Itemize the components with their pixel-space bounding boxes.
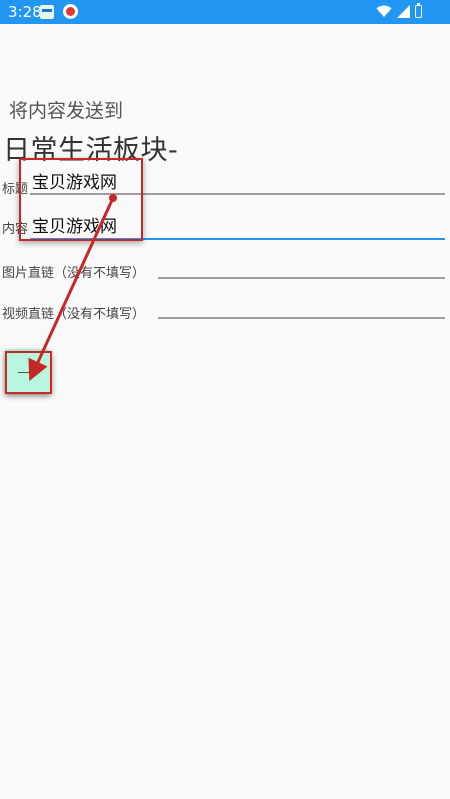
image-link-label: 图片直链（没有不填写） (2, 266, 146, 281)
submit-button[interactable] (5, 349, 49, 393)
title-label: 标题 (2, 182, 29, 197)
title-underline (30, 193, 445, 195)
video-link-label: 视频直链（没有不填写） (2, 307, 146, 322)
status-time: 3:28 (8, 3, 42, 21)
image-link-input[interactable] (158, 252, 445, 280)
title-input[interactable] (30, 166, 445, 194)
status-bar: 3:28 (0, 0, 450, 24)
image-link-underline (158, 277, 445, 279)
button-dash-mark (18, 372, 30, 373)
annotation-arrow-start-dot (109, 194, 117, 202)
send-to-label: 将内容发送到 (9, 100, 124, 122)
battery-icon (415, 3, 422, 18)
red-badge-app-icon (63, 4, 78, 19)
video-link-underline (158, 317, 445, 319)
board-title: 日常生活板块- (3, 135, 179, 166)
wifi-icon (376, 5, 392, 17)
content-label: 内容 (2, 222, 29, 237)
content-underline (30, 238, 445, 240)
notification-app-icon (40, 5, 54, 19)
content-input[interactable] (30, 210, 445, 238)
cellular-signal-icon (397, 5, 410, 18)
video-link-input[interactable] (158, 292, 445, 320)
